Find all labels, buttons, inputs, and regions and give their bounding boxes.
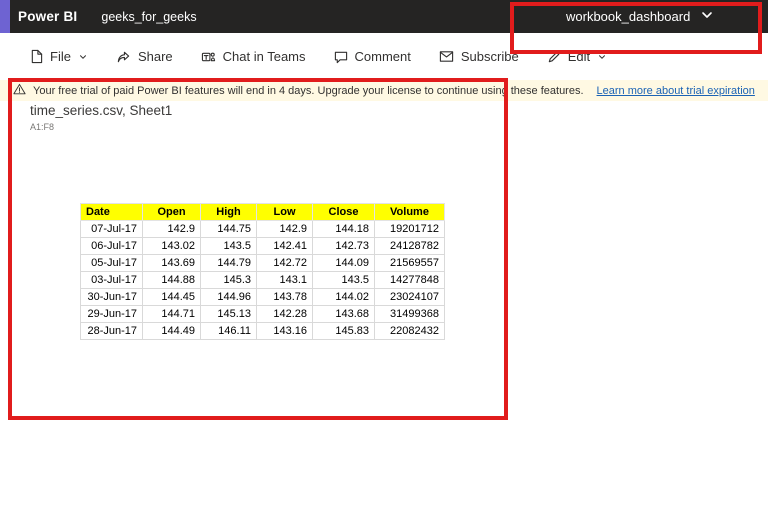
workspace-breadcrumb[interactable]: geeks_for_geeks xyxy=(101,10,196,24)
table-header-volume: Volume xyxy=(374,203,445,221)
table-row: 29-Jun-17 144.71 145.13 142.28 143.68 3149936… xyxy=(80,305,445,323)
comment-icon xyxy=(334,50,348,64)
table-cell: 143.16 xyxy=(256,322,313,340)
dashboard-selector-label: workbook_dashboard xyxy=(566,9,691,24)
chat-in-teams-button[interactable]: Chat in Teams xyxy=(201,49,306,64)
table-cell: 142.9 xyxy=(256,220,313,238)
table-header-high: High xyxy=(200,203,257,221)
table-row: 07-Jul-17 142.9 144.75 142.9 144.18 19201712 xyxy=(80,220,445,238)
table-cell: 21569557 xyxy=(374,254,445,272)
edit-icon xyxy=(547,50,561,64)
table-cell: 145.13 xyxy=(200,305,257,323)
chevron-down-icon xyxy=(78,52,88,62)
table-cell: 144.49 xyxy=(142,322,201,340)
table-cell: 19201712 xyxy=(374,220,445,238)
table-cell: 144.09 xyxy=(312,254,375,272)
table-row: 03-Jul-17 144.88 145.3 143.1 143.5 14277848 xyxy=(80,271,445,289)
teams-icon xyxy=(201,50,216,64)
table-cell: 144.96 xyxy=(200,288,257,306)
table-cell: 142.28 xyxy=(256,305,313,323)
table-cell: 144.45 xyxy=(142,288,201,306)
table-row: 05-Jul-17 143.69 144.79 142.72 144.09 2156955… xyxy=(80,254,445,272)
table-header-close: Close xyxy=(312,203,375,221)
table-cell: 24128782 xyxy=(374,237,445,255)
table-cell: 07-Jul-17 xyxy=(80,220,143,238)
table-cell: 143.1 xyxy=(256,271,313,289)
chevron-down-icon xyxy=(597,52,607,62)
table-cell: 144.88 xyxy=(142,271,201,289)
table-header-open: Open xyxy=(142,203,201,221)
table-row: 30-Jun-17 144.45 144.96 143.78 144.02 2302410… xyxy=(80,288,445,306)
table-cell: 14277848 xyxy=(374,271,445,289)
chat-in-teams-label: Chat in Teams xyxy=(222,49,306,64)
share-button[interactable]: Share xyxy=(116,49,173,64)
table-cell: 144.18 xyxy=(312,220,375,238)
table-cell: 28-Jun-17 xyxy=(80,322,143,340)
table-cell: 23024107 xyxy=(374,288,445,306)
trial-notification-text: Your free trial of paid Power BI feature… xyxy=(33,84,584,97)
table-header-row: Date Open High Low Close Volume xyxy=(80,203,445,221)
table-cell: 142.41 xyxy=(256,237,313,255)
table-cell: 143.5 xyxy=(312,271,375,289)
table-header-date: Date xyxy=(80,203,143,221)
table-cell: 142.73 xyxy=(312,237,375,255)
table-row: 28-Jun-17 144.49 146.11 143.16 145.83 2208243… xyxy=(80,322,445,340)
table-cell: 144.71 xyxy=(142,305,201,323)
table-cell: 30-Jun-17 xyxy=(80,288,143,306)
file-icon xyxy=(30,49,43,64)
table-body: 07-Jul-17 142.9 144.75 142.9 144.18 19201712 0… xyxy=(80,220,445,340)
edit-label: Edit xyxy=(567,49,591,64)
toolbar: File Share Chat in Teams Comment Subscri… xyxy=(0,33,768,80)
table-cell: 145.83 xyxy=(312,322,375,340)
table-cell: 143.02 xyxy=(142,237,201,255)
comment-button[interactable]: Comment xyxy=(334,49,411,64)
table-cell: 22082432 xyxy=(374,322,445,340)
table-cell: 142.9 xyxy=(142,220,201,238)
table-cell: 03-Jul-17 xyxy=(80,271,143,289)
file-menu-button[interactable]: File xyxy=(30,49,88,64)
file-menu-label: File xyxy=(50,49,71,64)
table-cell: 145.3 xyxy=(200,271,257,289)
edit-button[interactable]: Edit xyxy=(547,49,607,64)
table-cell: 05-Jul-17 xyxy=(80,254,143,272)
warning-icon xyxy=(13,83,26,98)
top-bar: Power BI geeks_for_geeks workbook_dashbo… xyxy=(0,0,768,33)
subscribe-button[interactable]: Subscribe xyxy=(439,49,519,64)
workbook-title: time_series.csv, Sheet1 xyxy=(30,103,173,118)
dashboard-selector[interactable]: workbook_dashboard xyxy=(566,0,714,33)
subscribe-icon xyxy=(439,50,454,63)
table-cell: 142.72 xyxy=(256,254,313,272)
share-icon xyxy=(116,50,131,64)
table-cell: 29-Jun-17 xyxy=(80,305,143,323)
table-cell: 06-Jul-17 xyxy=(80,237,143,255)
powerbi-logo[interactable]: Power BI xyxy=(18,9,77,24)
trial-notification-banner: Your free trial of paid Power BI feature… xyxy=(0,80,768,101)
table-cell: 146.11 xyxy=(200,322,257,340)
table-cell: 144.02 xyxy=(312,288,375,306)
excel-table: Date Open High Low Close Volume 07-Jul-17 142.… xyxy=(80,203,445,340)
subscribe-label: Subscribe xyxy=(460,49,519,64)
table-cell: 144.75 xyxy=(200,220,257,238)
workbook-cell-range: A1:F8 xyxy=(30,122,55,132)
table-header-low: Low xyxy=(256,203,313,221)
table-cell: 144.79 xyxy=(200,254,257,272)
table-cell: 143.78 xyxy=(256,288,313,306)
table-cell: 143.68 xyxy=(312,305,375,323)
table-cell: 31499368 xyxy=(374,305,445,323)
table-cell: 143.5 xyxy=(200,237,257,255)
share-label: Share xyxy=(137,49,173,64)
app-launcher-accent xyxy=(0,0,10,33)
comment-label: Comment xyxy=(354,49,411,64)
table-cell: 143.69 xyxy=(142,254,201,272)
trial-learn-more-link[interactable]: Learn more about trial expiration xyxy=(597,85,755,97)
chevron-down-icon xyxy=(700,8,714,25)
table-row: 06-Jul-17 143.02 143.5 142.41 142.73 24128782 xyxy=(80,237,445,255)
